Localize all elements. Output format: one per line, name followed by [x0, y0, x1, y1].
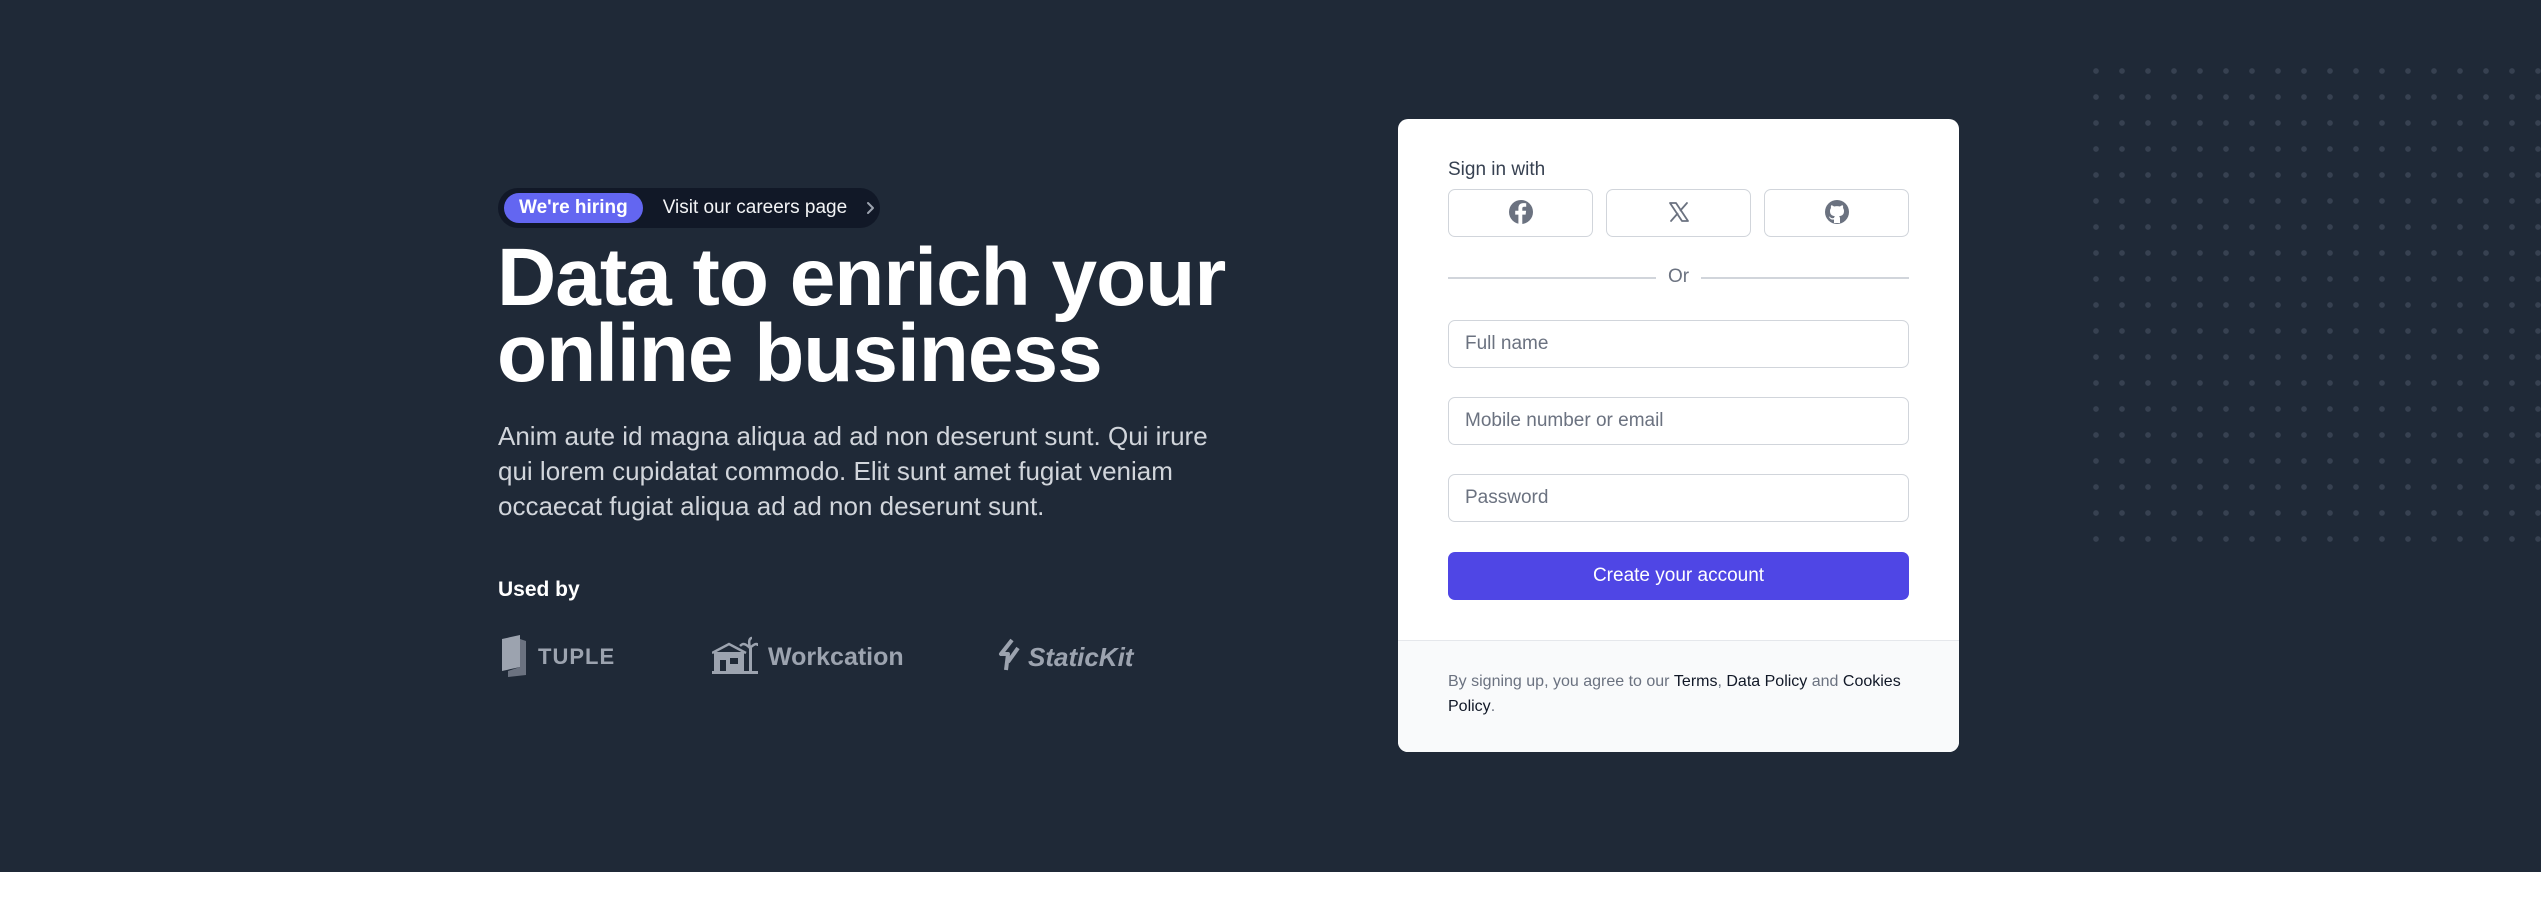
hero-section: We're hiring Visit our careers page Data…: [0, 0, 2541, 872]
statickit-logo-text: StaticKit: [1028, 641, 1134, 672]
terms-text: By signing up, you agree to our Terms, D…: [1448, 669, 1918, 719]
data-policy-link[interactable]: Data Policy: [1726, 673, 1807, 690]
x-icon: [1668, 201, 1690, 226]
signup-form: Sign in with Or Full name Mobile number …: [1398, 119, 1959, 640]
x-button[interactable]: [1606, 189, 1751, 237]
password-input[interactable]: [1448, 474, 1909, 522]
contact-input[interactable]: [1448, 397, 1909, 445]
divider-text: Or: [1667, 266, 1690, 287]
github-icon: [1824, 199, 1850, 228]
hero-description: Anim aute id magna aliqua ad ad non dese…: [498, 421, 1208, 521]
facebook-icon: [1508, 199, 1534, 228]
tuple-logo-icon: [498, 633, 528, 682]
terms-prefix: By signing up, you agree to our: [1448, 673, 1674, 690]
sign-in-with-label: Sign in with: [1448, 159, 1546, 180]
full-name-input[interactable]: [1448, 320, 1909, 368]
terms-period: .: [1490, 698, 1496, 715]
careers-banner[interactable]: We're hiring Visit our careers page: [498, 188, 880, 228]
workcation-logo-icon: [711, 636, 760, 679]
logo-tuple: TUPLE: [498, 632, 615, 682]
logo-statickit: StaticKit: [998, 632, 1133, 682]
used-by-label: Used by: [498, 578, 580, 601]
card-footer: By signing up, you agree to our Terms, D…: [1398, 640, 1959, 752]
facebook-button[interactable]: [1448, 189, 1593, 237]
workcation-logo-text: Workcation: [768, 642, 904, 671]
logo-workcation: Workcation: [711, 632, 904, 682]
hiring-badge: We're hiring: [504, 193, 643, 223]
headline-line-2: online business: [497, 308, 1103, 399]
terms-link[interactable]: Terms: [1674, 673, 1718, 690]
signup-card: Sign in with Or Full name Mobile number …: [1398, 119, 1959, 752]
statickit-logo-icon: [998, 638, 1022, 677]
terms-and: and: [1807, 673, 1843, 690]
dot-pattern: [2080, 55, 2541, 545]
github-button[interactable]: [1764, 189, 1909, 237]
tuple-logo-text: TUPLE: [538, 644, 616, 669]
create-account-button[interactable]: Create your account: [1448, 552, 1909, 600]
customer-logos: TUPLE Workcation StaticKit: [498, 632, 1198, 682]
page-title: Data to enrich your online business: [497, 237, 1257, 395]
chevron-right-icon: [863, 201, 877, 215]
or-divider: Or: [1448, 267, 1909, 287]
careers-link-text: Visit our careers page: [662, 197, 848, 218]
